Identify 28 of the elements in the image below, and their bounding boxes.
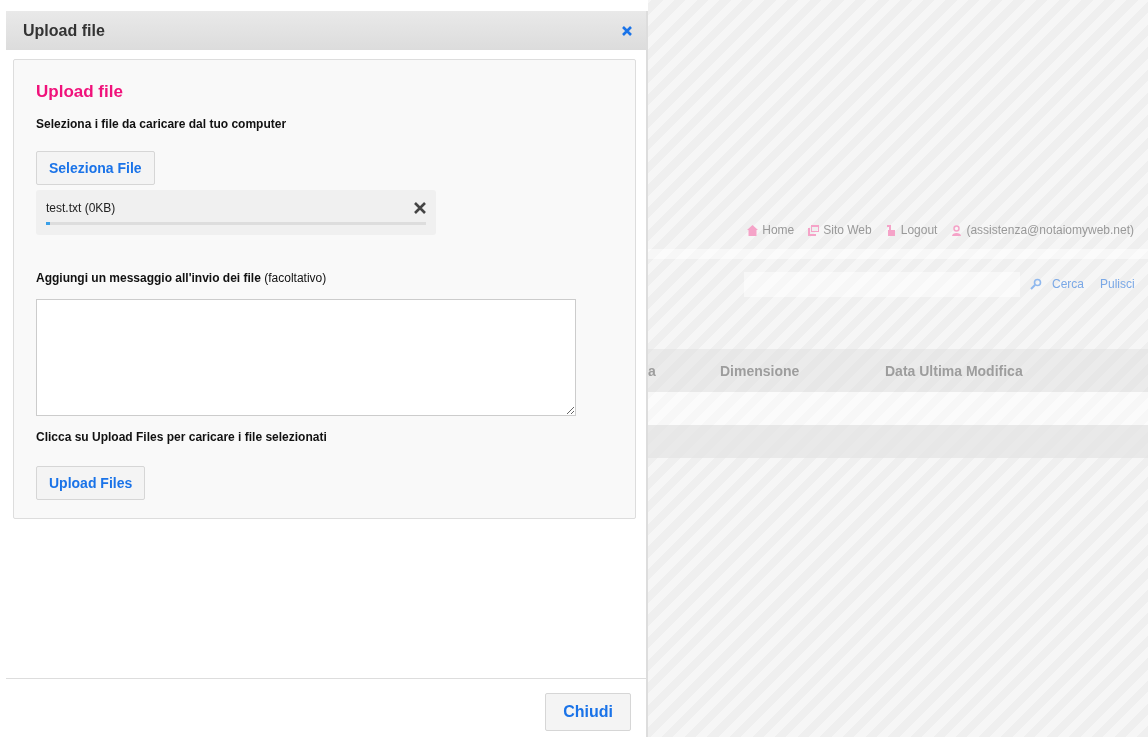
column-header: Data Ultima Modifica xyxy=(885,362,1024,379)
nav-label: Sito Web xyxy=(823,223,872,237)
instruction-text: Seleziona i file da caricare dal tuo computer xyxy=(36,117,287,131)
nav-link[interactable]: Logout xyxy=(885,223,938,237)
search-icon xyxy=(1030,278,1042,290)
message-field[interactable] xyxy=(36,299,576,416)
close-icon[interactable] xyxy=(622,25,632,36)
upload-hint: Clicca su Upload Files per caricare i file selezionati xyxy=(36,430,327,444)
column-header: Dimensione xyxy=(720,362,801,379)
search-link[interactable]: Pulisci xyxy=(1100,277,1135,291)
panel-heading: Upload file xyxy=(36,82,123,102)
lock-icon xyxy=(885,224,897,236)
dialog-title: Upload file xyxy=(23,21,105,40)
message-label: Aggiungi un messaggio all'invio dei file (facoltativo) xyxy=(36,271,327,285)
home-icon xyxy=(747,224,759,236)
nav-label: Logout xyxy=(900,223,938,237)
nav-label: Home xyxy=(762,223,795,237)
column-header: a xyxy=(648,362,657,379)
nav-link[interactable]: Home xyxy=(747,223,795,237)
windows-icon xyxy=(808,224,820,236)
select-file-button[interactable]: Seleziona File xyxy=(36,151,155,185)
upload-files-button[interactable]: Upload Files xyxy=(36,466,146,500)
user-icon xyxy=(951,224,963,236)
search-link[interactable]: Cerca xyxy=(1052,277,1084,291)
nav-link[interactable]: Sito Web xyxy=(808,223,872,237)
remove-icon[interactable] xyxy=(414,202,426,214)
close-button[interactable]: Chiudi xyxy=(545,693,631,731)
file-name: test.txt (0KB) xyxy=(46,201,116,215)
